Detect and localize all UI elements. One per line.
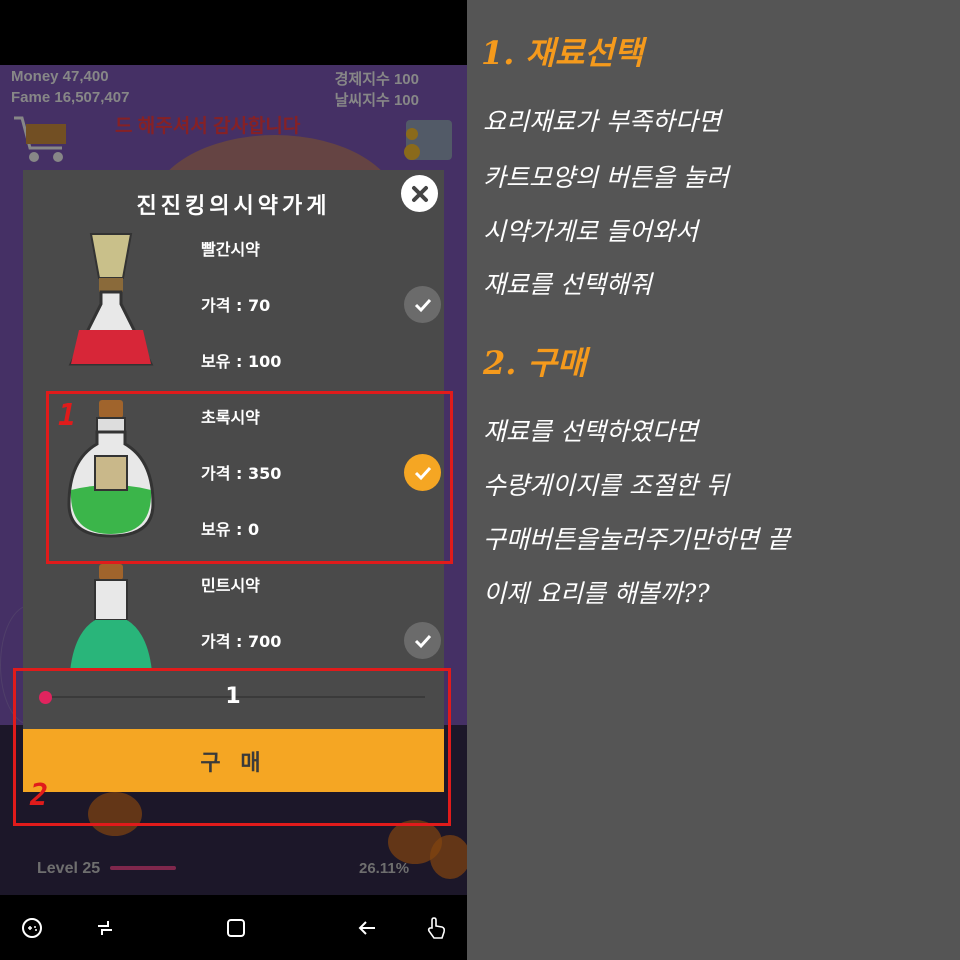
potion-list[interactable]: 빨간시약 가격 : 70 보유 : 100 초록시약 가격: 350 보유:… (23, 218, 444, 670)
list-item[interactable]: 초록시약 가격 : 350 보유 : 0 (23, 386, 444, 554)
game-button[interactable] (17, 913, 47, 943)
recent-apps-button[interactable] (90, 913, 120, 943)
gesture-button[interactable] (421, 913, 451, 943)
back-button[interactable] (352, 913, 382, 943)
item-stock: 보유 : 0 (201, 520, 260, 539)
item-price: 가격 : 350 (201, 464, 282, 483)
annotation-number: 1 (58, 398, 77, 433)
recent-apps-icon (98, 921, 112, 935)
step2-line: 재료를 선택하였다면 (483, 417, 698, 446)
list-item[interactable]: 민트시약 가격 : 700 (23, 554, 444, 670)
touch-hand-icon (427, 917, 446, 939)
step1-line: 카트모양의 버튼을 눌러 (483, 163, 729, 192)
quantity-slider[interactable]: 1 (23, 670, 444, 730)
step2-line: 이제 요리를 해볼까?? (483, 579, 710, 608)
home-button[interactable] (221, 913, 251, 943)
step2-heading: 2. 구매 (483, 344, 587, 382)
potion-flask-icon (68, 233, 154, 366)
check-icon (414, 466, 431, 480)
item-name: 빨간시약 (201, 240, 260, 259)
gamepad-icon (22, 918, 42, 938)
item-name: 초록시약 (201, 408, 260, 427)
select-checkbox[interactable] (404, 622, 441, 659)
phone-screen: Money 47,400 Fame 16,507,407 경제지수 100 날씨… (0, 0, 467, 960)
item-name: 민트시약 (201, 576, 260, 595)
item-stock: 보유 : 100 (201, 352, 282, 371)
item-price: 가격 : 700 (201, 632, 282, 651)
potion-bottle-icon (70, 564, 152, 670)
dialog-title: 진진킹의시약가게 (136, 194, 331, 219)
annotation-number: 2 (30, 778, 49, 813)
step2-line: 수량게이지를 조절한 뒤 (483, 471, 729, 500)
step1-line: 시약가게로 들어와서 (483, 217, 698, 246)
step2-line: 구매버튼을눌러주기만하면 끝 (483, 525, 790, 554)
home-icon (227, 919, 245, 937)
slider-handle[interactable] (39, 691, 52, 704)
close-button[interactable] (401, 175, 438, 212)
list-item[interactable]: 빨간시약 가격 : 70 보유 : 100 (23, 218, 444, 386)
buy-button[interactable]: 구 매 (23, 729, 444, 792)
check-icon (414, 634, 431, 648)
step1-line: 재료를 선택해줘 (483, 270, 652, 299)
potion-shop-dialog: 진진킹의시약가게 빨간시약 가격 : 70 보유 : 100 초록시약 가격:… (23, 170, 444, 792)
step1-heading: 1. 재료선택 (481, 34, 644, 72)
select-checkbox[interactable] (404, 286, 441, 323)
select-checkbox-selected[interactable] (404, 454, 441, 491)
back-arrow-icon (358, 921, 375, 935)
close-icon (411, 185, 428, 202)
tutorial-notes-panel: 1. 재료선택 요리재료가 부족하다면 카트모양의 버튼을 눌러 시약가게로 들… (467, 0, 960, 960)
check-icon (414, 298, 431, 312)
step1-line: 요리재료가 부족하다면 (483, 107, 721, 136)
screen: Money 47,400 Fame 16,507,407 경제지수 100 날씨… (0, 0, 960, 960)
system-navbar (0, 895, 467, 960)
quantity-value: 1 (225, 684, 241, 709)
item-price: 가격 : 70 (201, 296, 271, 315)
